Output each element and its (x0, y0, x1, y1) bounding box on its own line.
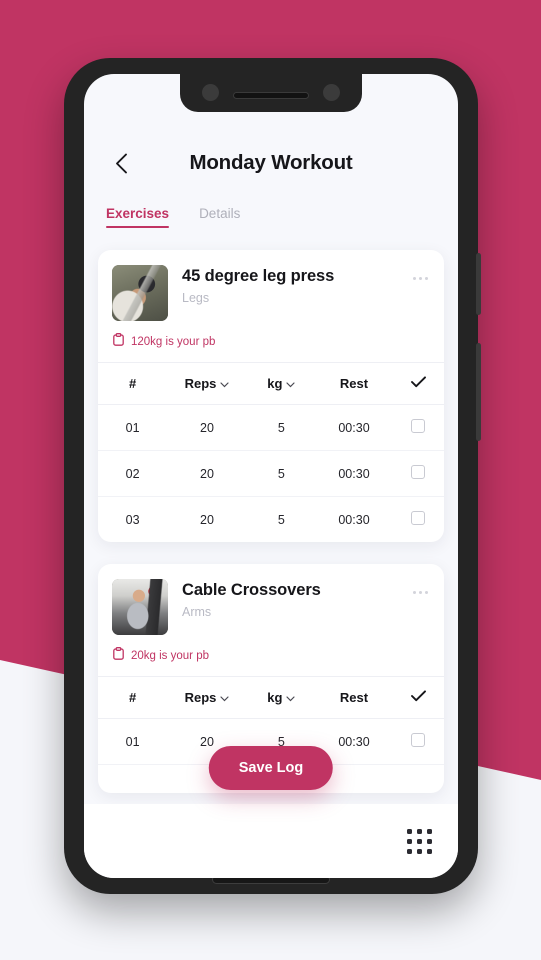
bottom-bar (84, 804, 458, 878)
chevron-down-icon (220, 376, 229, 391)
set-rest[interactable]: 00:30 (315, 450, 393, 497)
set-weight[interactable]: 5 (246, 404, 316, 451)
phone-mockup: Monday Workout Exercises Details 45 degr… (64, 58, 481, 894)
set-number (98, 765, 167, 794)
exercise-name: 45 degree leg press (182, 267, 335, 285)
header-reps[interactable]: Reps (167, 362, 247, 405)
exercise-thumbnail[interactable] (112, 265, 168, 321)
set-weight[interactable]: 5 (247, 497, 316, 543)
table-row[interactable]: 03 20 5 00:30 (98, 497, 444, 543)
table-header-row: # Reps kg Rest (98, 676, 444, 719)
earpiece-speaker-icon (233, 92, 309, 99)
header-number: # (98, 676, 168, 719)
set-number: 01 (98, 718, 168, 765)
header-reps[interactable]: Reps (167, 676, 247, 719)
set-reps[interactable]: 20 (167, 497, 247, 543)
set-done-checkbox[interactable] (411, 465, 426, 479)
personal-best-row: 20kg is your pb (98, 635, 444, 676)
clipboard-icon (113, 333, 124, 351)
header-reps-label: Reps (184, 690, 217, 705)
chevron-down-icon (220, 690, 229, 705)
set-rest[interactable]: 00:30 (315, 404, 393, 451)
tab-details[interactable]: Details (199, 206, 240, 228)
header-weight-label: kg (267, 690, 283, 705)
set-number: 01 (98, 404, 168, 451)
clipboard-icon (113, 647, 124, 665)
cable-crossover-photo (112, 579, 168, 635)
exercise-thumbnail[interactable] (112, 579, 168, 635)
set-number: 02 (98, 450, 168, 497)
personal-best-text: 20kg is your pb (131, 650, 209, 662)
set-reps[interactable]: 20 (167, 450, 247, 497)
personal-best-row: 120kg is your pb (98, 321, 444, 362)
header-done (392, 362, 444, 405)
chevron-down-icon (286, 376, 296, 391)
page-title: Monday Workout (189, 151, 353, 174)
phone-notch (180, 74, 362, 112)
set-rest[interactable]: 00:30 (316, 497, 392, 543)
exercise-list[interactable]: 45 degree leg press Legs 120kg is your p… (84, 228, 458, 804)
header-rest: Rest (315, 676, 393, 719)
exercise-muscle-group: Arms (182, 605, 212, 619)
header-weight[interactable]: kg (246, 362, 316, 405)
phone-screen: Monday Workout Exercises Details 45 degr… (84, 74, 458, 878)
header-weight-label: kg (267, 376, 283, 391)
exercise-options-button[interactable] (407, 579, 430, 594)
set-number: 03 (125, 512, 140, 527)
exercise-name: Cable Crossovers (182, 581, 321, 599)
table-row[interactable]: 02 20 5 00:30 (98, 450, 444, 497)
header-done (392, 676, 444, 719)
check-icon (410, 690, 426, 705)
grid-menu-icon[interactable] (407, 828, 432, 854)
header-weight[interactable]: kg (246, 676, 316, 719)
tab-exercises[interactable]: Exercises (106, 206, 170, 228)
exercise-options-button[interactable] (407, 265, 430, 280)
tab-bar: Exercises Details (84, 178, 458, 228)
header-number: # (98, 362, 168, 405)
set-weight[interactable]: 5 (246, 450, 316, 497)
check-icon (410, 376, 426, 391)
sets-table: # Reps (98, 362, 444, 542)
set-done-checkbox[interactable] (411, 419, 426, 433)
set-done-checkbox[interactable] (411, 733, 426, 747)
save-log-button[interactable]: Save Log (208, 746, 334, 790)
chevron-down-icon (286, 690, 296, 705)
set-reps[interactable]: 20 (167, 404, 247, 451)
header-rest: Rest (315, 362, 393, 405)
table-row[interactable]: 01 20 5 00:30 (98, 404, 444, 451)
phone-power-button[interactable] (476, 253, 481, 315)
exercise-card: 45 degree leg press Legs 120kg is your p… (98, 250, 444, 542)
header-reps-label: Reps (184, 376, 217, 391)
ellipsis-icon (413, 277, 416, 280)
ellipsis-icon (413, 591, 416, 594)
phone-volume-button[interactable] (476, 343, 481, 441)
table-header-row: # Reps kg Rest (98, 362, 444, 405)
exercise-muscle-group: Legs (182, 291, 210, 305)
leg-press-photo (112, 265, 168, 321)
set-done-checkbox[interactable] (411, 511, 426, 525)
personal-best-text: 120kg is your pb (131, 336, 216, 348)
